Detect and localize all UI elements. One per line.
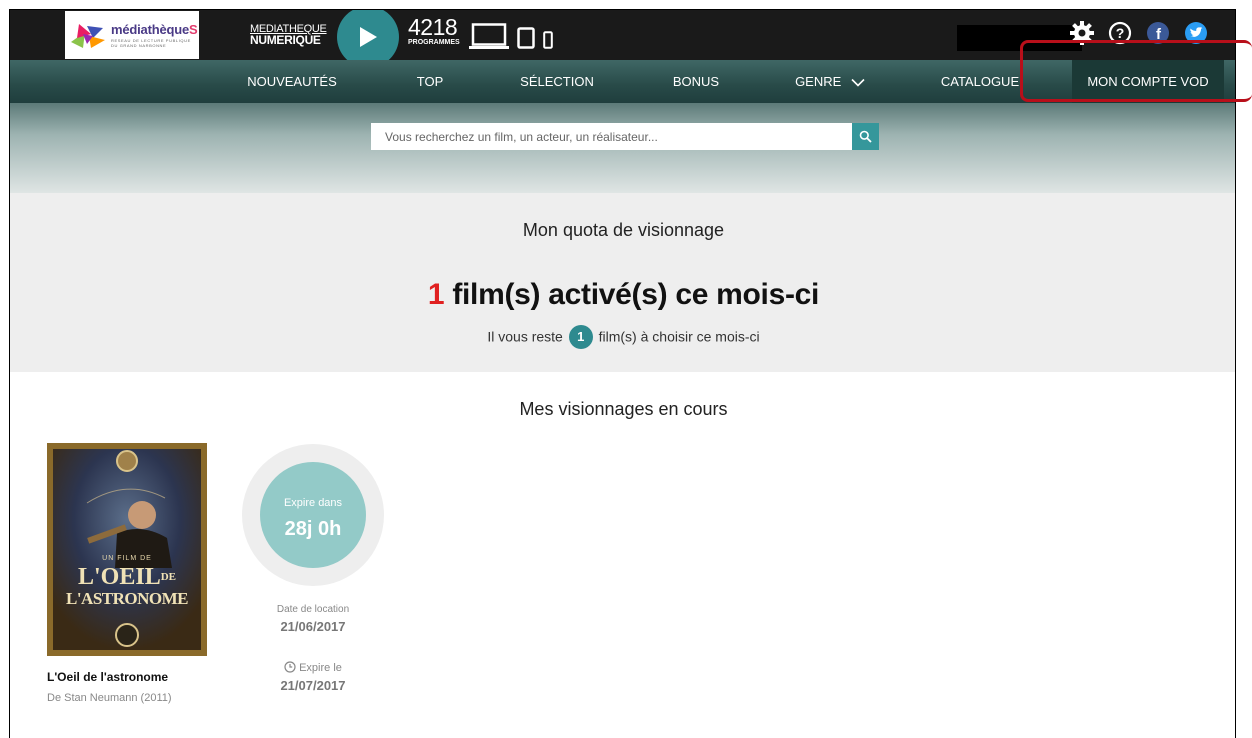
logo-mark-icon bbox=[69, 20, 107, 50]
search-input[interactable] bbox=[371, 123, 852, 150]
programs-label: PROGRAMMES bbox=[408, 39, 460, 46]
nav-item-nouveautes[interactable]: NOUVEAUTÉS bbox=[236, 60, 348, 103]
quota-title: Mon quota de visionnage bbox=[522, 220, 725, 240]
current-viewings-title: Mes visionnages en cours bbox=[519, 399, 728, 419]
svg-text:?: ? bbox=[1116, 25, 1125, 41]
nav-item-catalogue[interactable]: CATALOGUE bbox=[930, 60, 1030, 103]
search-band bbox=[10, 103, 1235, 193]
expiry-circle: Expire dans 28j 0h bbox=[260, 462, 366, 568]
expire-label: Expire dans bbox=[283, 497, 343, 509]
rental-date: 21/06/2017 bbox=[280, 619, 346, 634]
film-title[interactable]: L'Oeil de l'astronome bbox=[47, 670, 168, 684]
rental-date-label: Date de location bbox=[276, 604, 350, 615]
quota-summary: 1 film(s) activé(s) ce mois-ci bbox=[427, 278, 820, 311]
programs-counter: 4218 PROGRAMMES bbox=[408, 15, 460, 46]
quota-section: Mon quota de visionnage 1 film(s) activé… bbox=[10, 193, 1235, 372]
expiry-ring: Expire dans 28j 0h bbox=[242, 444, 384, 586]
device-icons bbox=[469, 23, 553, 49]
clock-icon bbox=[284, 661, 296, 673]
laptop-icon bbox=[469, 23, 509, 49]
programs-count: 4218 bbox=[408, 14, 458, 40]
film-byline: De Stan Neumann (2011) bbox=[47, 692, 172, 704]
page-frame: médiathèqueS RESEAU DE LECTURE PUBLIQUE … bbox=[9, 9, 1236, 738]
quota-count: 1 bbox=[427, 278, 445, 311]
expire-value: 28j 0h bbox=[284, 518, 342, 540]
expire-on-label: Expire le bbox=[242, 661, 384, 674]
expire-on-date: 21/07/2017 bbox=[280, 678, 346, 693]
play-icon bbox=[360, 27, 377, 47]
logo-name: médiathèqueS bbox=[111, 22, 198, 37]
remaining-count-badge: 1 bbox=[568, 325, 593, 349]
nav-item-selection[interactable]: SÉLECTION bbox=[506, 60, 608, 103]
mediatheque-numerique-label[interactable]: MEDIATHEQUE NUMERIQUE bbox=[250, 24, 327, 47]
quota-remaining: Il vous reste 1 film(s) à choisir ce moi… bbox=[10, 325, 1235, 350]
nav-item-top[interactable]: TOP bbox=[402, 60, 458, 103]
mediatheques-logo[interactable]: médiathèqueS RESEAU DE LECTURE PUBLIQUE … bbox=[65, 11, 199, 59]
tablet-icon bbox=[517, 27, 535, 49]
film-poster[interactable]: UN FILM DE L'OEILDE L'ASTRONOME bbox=[47, 443, 207, 656]
nav-item-genre[interactable]: GENRE bbox=[782, 60, 878, 103]
nav-item-bonus[interactable]: BONUS bbox=[662, 60, 730, 103]
search-button[interactable] bbox=[852, 123, 879, 150]
logo-subtitle: RESEAU DE LECTURE PUBLIQUE DU GRAND NARB… bbox=[111, 38, 191, 48]
phone-icon bbox=[543, 31, 553, 49]
search-icon bbox=[859, 130, 872, 143]
highlight-annotation bbox=[1020, 40, 1252, 102]
chevron-down-icon bbox=[851, 78, 865, 87]
